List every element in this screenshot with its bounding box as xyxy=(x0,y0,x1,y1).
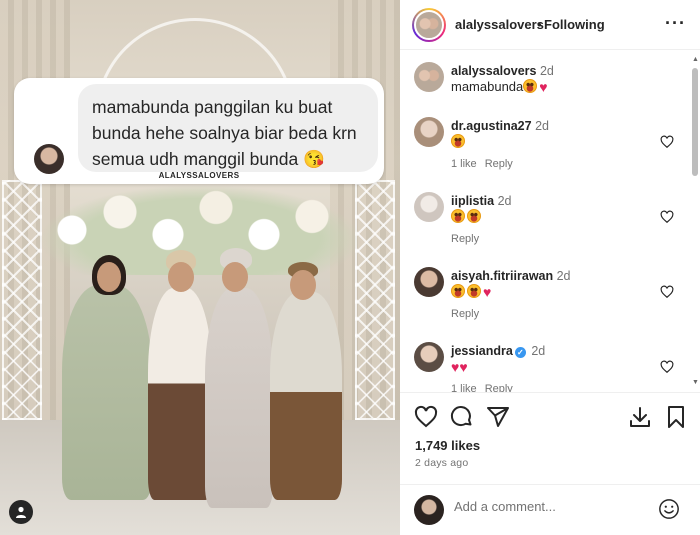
comment-time: 2d xyxy=(556,269,571,283)
comment-bar xyxy=(400,484,700,535)
comment-time: 2d xyxy=(497,194,512,208)
comment-header: iiplistia 2d xyxy=(451,194,511,208)
commenter-avatar[interactable] xyxy=(414,117,444,147)
comment-icon[interactable] xyxy=(450,405,474,429)
commenter-username[interactable]: jessiandra xyxy=(451,344,513,358)
comments-scrollbar[interactable]: ▲ ▼ xyxy=(692,56,699,386)
tagged-user-button[interactable] xyxy=(9,500,33,524)
scrollbar-thumb[interactable] xyxy=(692,68,698,176)
like-comment-heart-icon[interactable] xyxy=(660,285,674,299)
post-date: 2 days ago xyxy=(415,457,469,469)
comment-text xyxy=(451,134,467,149)
chat-message: mamabunda panggilan ku buat bunda hehe s… xyxy=(78,84,378,172)
save-bookmark-icon[interactable] xyxy=(664,405,688,429)
post-details-panel: alalyssalovers • Following ··· alalyssal… xyxy=(400,0,700,535)
comment-text xyxy=(451,209,483,224)
comment-time: 2d xyxy=(539,64,554,78)
red-heart-emoji: ♥ xyxy=(483,284,492,300)
viewer-avatar xyxy=(414,495,444,525)
comment-text: ♥ xyxy=(451,284,491,300)
comment-item: dr.agustina27 2d 1 like Reply xyxy=(400,117,680,177)
follow-button[interactable]: Following xyxy=(544,17,605,32)
user-icon xyxy=(16,506,26,518)
comment-meta: Reply xyxy=(451,308,479,320)
post-header: alalyssalovers • Following ··· xyxy=(400,0,700,50)
commenter-username[interactable]: iiplistia xyxy=(451,194,494,208)
emoji-picker-icon[interactable] xyxy=(658,498,680,520)
decor-trellis-left xyxy=(2,180,42,420)
comments-list: alalyssalovers 2d mamabunda ♥ dr.agustina… xyxy=(400,52,700,392)
comment-header: jessiandra ✓ 2d xyxy=(451,344,545,358)
decor-trellis-right xyxy=(355,180,395,420)
comment-item: jessiandra ✓ 2d ♥♥ 1 like Reply xyxy=(400,342,680,392)
grinning-hearts-eyes-emoji xyxy=(467,284,481,298)
chat-credit-watermark: ALALYSSALOVERS xyxy=(158,171,240,180)
commenter-avatar[interactable] xyxy=(414,192,444,222)
author-username[interactable]: alalyssalovers xyxy=(455,17,544,32)
comment-like-count[interactable]: 1 like xyxy=(451,383,477,392)
red-heart-emoji: ♥ xyxy=(451,359,460,375)
like-comment-heart-icon[interactable] xyxy=(660,360,674,374)
grinning-hearts-eyes-emoji xyxy=(451,209,465,223)
grinning-hearts-eyes-emoji xyxy=(451,134,465,148)
comment-time: 2d xyxy=(535,119,549,133)
comment-text: mamabunda ♥ xyxy=(451,79,548,95)
floral-arrangement xyxy=(40,185,360,275)
comment-meta: 1 like Reply xyxy=(451,383,513,392)
reply-button[interactable]: Reply xyxy=(451,233,479,245)
grinning-hearts-eyes-emoji xyxy=(523,79,538,93)
likes-count[interactable]: 1,749 likes xyxy=(415,438,480,453)
comment-meta: 1 like Reply xyxy=(451,158,513,170)
chat-screenshot-overlay: mamabunda panggilan ku buat bunda hehe s… xyxy=(14,78,384,184)
reply-button[interactable]: Reply xyxy=(485,383,513,392)
red-heart-emoji: ♥ xyxy=(459,359,468,375)
comment-header: dr.agustina27 2d xyxy=(451,119,549,133)
grinning-hearts-eyes-emoji xyxy=(467,209,481,223)
comment-item: aisyah.fitriirawan 2d ♥ Reply xyxy=(400,267,680,327)
commenter-avatar[interactable] xyxy=(414,342,444,372)
reply-button[interactable]: Reply xyxy=(451,308,479,320)
commenter-avatar[interactable] xyxy=(414,267,444,297)
red-heart-emoji: ♥ xyxy=(539,79,548,95)
reply-button[interactable]: Reply xyxy=(485,158,513,170)
comment-meta: Reply xyxy=(451,233,479,245)
post-actions: 1,749 likes 2 days ago xyxy=(400,392,700,535)
download-icon[interactable] xyxy=(628,405,652,429)
post-photo[interactable]: mamabunda panggilan ku buat bunda hehe s… xyxy=(0,0,400,535)
more-options-icon[interactable]: ··· xyxy=(665,13,686,34)
comment-text: ♥♥ xyxy=(451,359,468,375)
comment-header: alalyssalovers 2d xyxy=(451,64,554,78)
header-separator: • xyxy=(537,17,542,32)
comment-input[interactable] xyxy=(454,499,644,514)
comment-item: iiplistia 2d Reply xyxy=(400,192,680,252)
share-icon[interactable] xyxy=(486,405,510,429)
comment-time: 2d xyxy=(531,344,546,358)
grinning-hearts-eyes-emoji xyxy=(451,284,465,298)
chat-avatar xyxy=(34,144,64,174)
scroll-down-arrow-icon[interactable]: ▼ xyxy=(692,379,699,386)
author-avatar[interactable] xyxy=(412,8,446,42)
commenter-avatar[interactable] xyxy=(414,62,444,92)
commenter-username[interactable]: alalyssalovers xyxy=(451,64,537,78)
comment-item: alalyssalovers 2d mamabunda ♥ xyxy=(400,62,680,102)
comment-like-count[interactable]: 1 like xyxy=(451,158,477,170)
commenter-username[interactable]: dr.agustina27 xyxy=(451,119,532,133)
comment-body: mamabunda xyxy=(451,79,524,94)
commenter-username[interactable]: aisyah.fitriirawan xyxy=(451,269,553,283)
verified-badge-icon: ✓ xyxy=(514,347,526,358)
like-comment-heart-icon[interactable] xyxy=(660,210,674,224)
like-comment-heart-icon[interactable] xyxy=(660,135,674,149)
comment-header: aisyah.fitriirawan 2d xyxy=(451,269,571,283)
like-heart-icon[interactable] xyxy=(414,405,438,429)
scroll-up-arrow-icon[interactable]: ▲ xyxy=(692,56,699,63)
